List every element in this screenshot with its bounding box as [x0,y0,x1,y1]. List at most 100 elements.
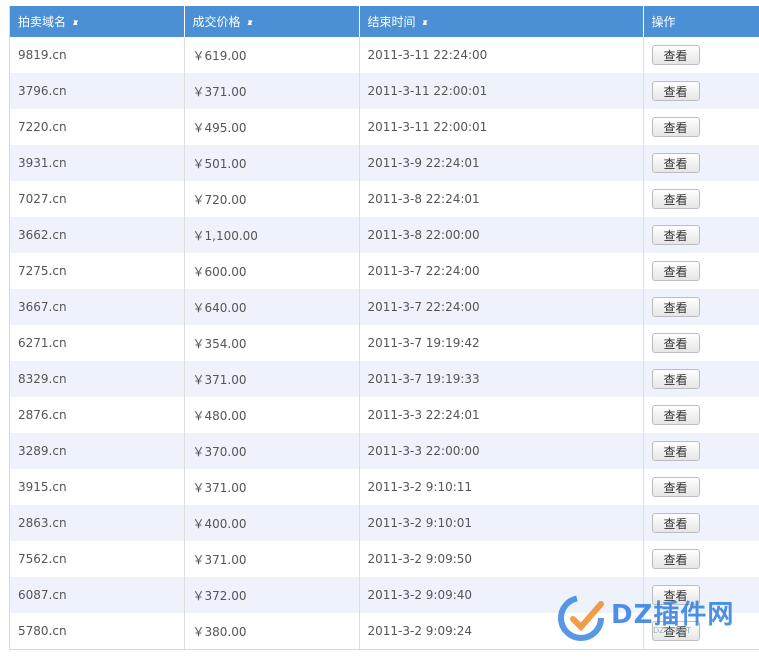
cell-price: ￥400.00 [184,505,360,541]
column-header-price[interactable]: 成交价格 ▴▾ [184,6,360,37]
view-button[interactable]: 查看 [651,45,700,65]
table-row: 7562.cn ￥371.00 2011-3-2 9:09:50 查看 [10,541,759,577]
view-button[interactable]: 查看 [651,81,700,101]
cell-domain: 8329.cn [10,361,185,397]
watermark-subtext: DZ-X.NET [653,626,691,635]
cell-price: ￥640.00 [184,289,360,325]
table-row: 7027.cn ￥720.00 2011-3-8 22:24:01 查看 [10,181,759,217]
cell-domain: 9819.cn [10,37,185,73]
auction-table: 拍卖域名 ▴▾ 成交价格 ▴▾ 结束时间 ▴▾ 操作 9819.cn ￥619.00 20… [10,6,759,649]
cell-action: 查看 [643,361,759,397]
cell-end-time: 2011-3-7 22:24:00 [359,253,644,289]
table-row: 2876.cn ￥480.00 2011-3-3 22:24:01 查看 [10,397,759,433]
table-row: 3931.cn ￥501.00 2011-3-9 22:24:01 查看 [10,145,759,181]
cell-domain: 5780.cn [10,613,185,649]
cell-action: 查看 [643,289,759,325]
cell-end-time: 2011-3-9 22:24:01 [359,145,644,181]
cell-end-time: 2011-3-2 9:10:01 [359,505,644,541]
cell-price: ￥619.00 [184,37,360,73]
cell-price: ￥501.00 [184,145,360,181]
cell-end-time: 2011-3-11 22:24:00 [359,37,644,73]
table-row: 3662.cn ￥1,100.00 2011-3-8 22:00:00 查看 [10,217,759,253]
cell-domain: 3662.cn [10,217,185,253]
sort-arrows-icon[interactable]: ▴▾ [73,18,78,28]
view-button[interactable]: 查看 [651,513,700,533]
cell-domain: 3796.cn [10,73,185,109]
view-button[interactable]: 查看 [651,153,700,173]
cell-end-time: 2011-3-11 22:00:01 [359,73,644,109]
sort-arrows-icon[interactable]: ▴▾ [423,18,428,28]
cell-domain: 2876.cn [10,397,185,433]
column-header-end-time[interactable]: 结束时间 ▴▾ [359,6,644,37]
watermark-logo: DZ插件网 DZ-X.NET [557,590,747,646]
cell-action: 查看 [643,109,759,145]
auction-results-panel: 拍卖域名 ▴▾ 成交价格 ▴▾ 结束时间 ▴▾ 操作 9819.cn ￥619.00 20… [0,0,759,659]
cell-action: 查看 [643,145,759,181]
cell-action: 查看 [643,37,759,73]
cell-action: 查看 [643,73,759,109]
cell-domain: 6271.cn [10,325,185,361]
column-header-domain[interactable]: 拍卖域名 ▴▾ [10,6,185,37]
cell-price: ￥1,100.00 [184,217,360,253]
sort-arrows-icon[interactable]: ▴▾ [248,18,253,28]
view-button[interactable]: 查看 [651,333,700,353]
cell-action: 查看 [643,181,759,217]
view-button[interactable]: 查看 [651,189,700,209]
view-button[interactable]: 查看 [651,549,700,569]
cell-action: 查看 [643,541,759,577]
cell-domain: 7562.cn [10,541,185,577]
cell-domain: 7220.cn [10,109,185,145]
cell-action: 查看 [643,325,759,361]
cell-price: ￥371.00 [184,73,360,109]
cell-end-time: 2011-3-8 22:00:00 [359,217,644,253]
cell-end-time: 2011-3-7 19:19:33 [359,361,644,397]
cell-action: 查看 [643,433,759,469]
cell-action: 查看 [643,253,759,289]
cell-price: ￥354.00 [184,325,360,361]
table-header-row: 拍卖域名 ▴▾ 成交价格 ▴▾ 结束时间 ▴▾ 操作 [10,6,759,37]
cell-end-time: 2011-3-2 9:09:50 [359,541,644,577]
cell-price: ￥480.00 [184,397,360,433]
table-row: 6271.cn ￥354.00 2011-3-7 19:19:42 查看 [10,325,759,361]
view-button[interactable]: 查看 [651,405,700,425]
view-button[interactable]: 查看 [651,441,700,461]
cell-end-time: 2011-3-2 9:10:11 [359,469,644,505]
view-button[interactable]: 查看 [651,117,700,137]
cell-action: 查看 [643,217,759,253]
cell-domain: 3289.cn [10,433,185,469]
table-row: 7275.cn ￥600.00 2011-3-7 22:24:00 查看 [10,253,759,289]
cell-end-time: 2011-3-8 22:24:01 [359,181,644,217]
cell-end-time: 2011-3-3 22:00:00 [359,433,644,469]
cell-price: ￥380.00 [184,613,360,649]
cell-domain: 3667.cn [10,289,185,325]
view-button[interactable]: 查看 [651,477,700,497]
cell-domain: 7275.cn [10,253,185,289]
cell-domain: 3915.cn [10,469,185,505]
cell-price: ￥600.00 [184,253,360,289]
cell-end-time: 2011-3-7 22:24:00 [359,289,644,325]
view-button[interactable]: 查看 [651,225,700,245]
cell-end-time: 2011-3-11 22:00:01 [359,109,644,145]
cell-action: 查看 [643,397,759,433]
cell-price: ￥371.00 [184,361,360,397]
table-row: 3915.cn ￥371.00 2011-3-2 9:10:11 查看 [10,469,759,505]
cell-end-time: 2011-3-7 19:19:42 [359,325,644,361]
table-row: 8329.cn ￥371.00 2011-3-7 19:19:33 查看 [10,361,759,397]
view-button[interactable]: 查看 [651,297,700,317]
table-row: 3796.cn ￥371.00 2011-3-11 22:00:01 查看 [10,73,759,109]
dz-logo-icon [558,595,604,641]
table-row: 7220.cn ￥495.00 2011-3-11 22:00:01 查看 [10,109,759,145]
cell-price: ￥372.00 [184,577,360,613]
cell-end-time: 2011-3-3 22:24:01 [359,397,644,433]
view-button[interactable]: 查看 [651,261,700,281]
table-row: 3667.cn ￥640.00 2011-3-7 22:24:00 查看 [10,289,759,325]
column-header-action: 操作 [643,6,759,37]
view-button[interactable]: 查看 [651,369,700,389]
cell-price: ￥371.00 [184,469,360,505]
cell-price: ￥371.00 [184,541,360,577]
table-row: 9819.cn ￥619.00 2011-3-11 22:24:00 查看 [10,37,759,73]
cell-domain: 2863.cn [10,505,185,541]
cell-domain: 7027.cn [10,181,185,217]
cell-action: 查看 [643,505,759,541]
cell-price: ￥370.00 [184,433,360,469]
